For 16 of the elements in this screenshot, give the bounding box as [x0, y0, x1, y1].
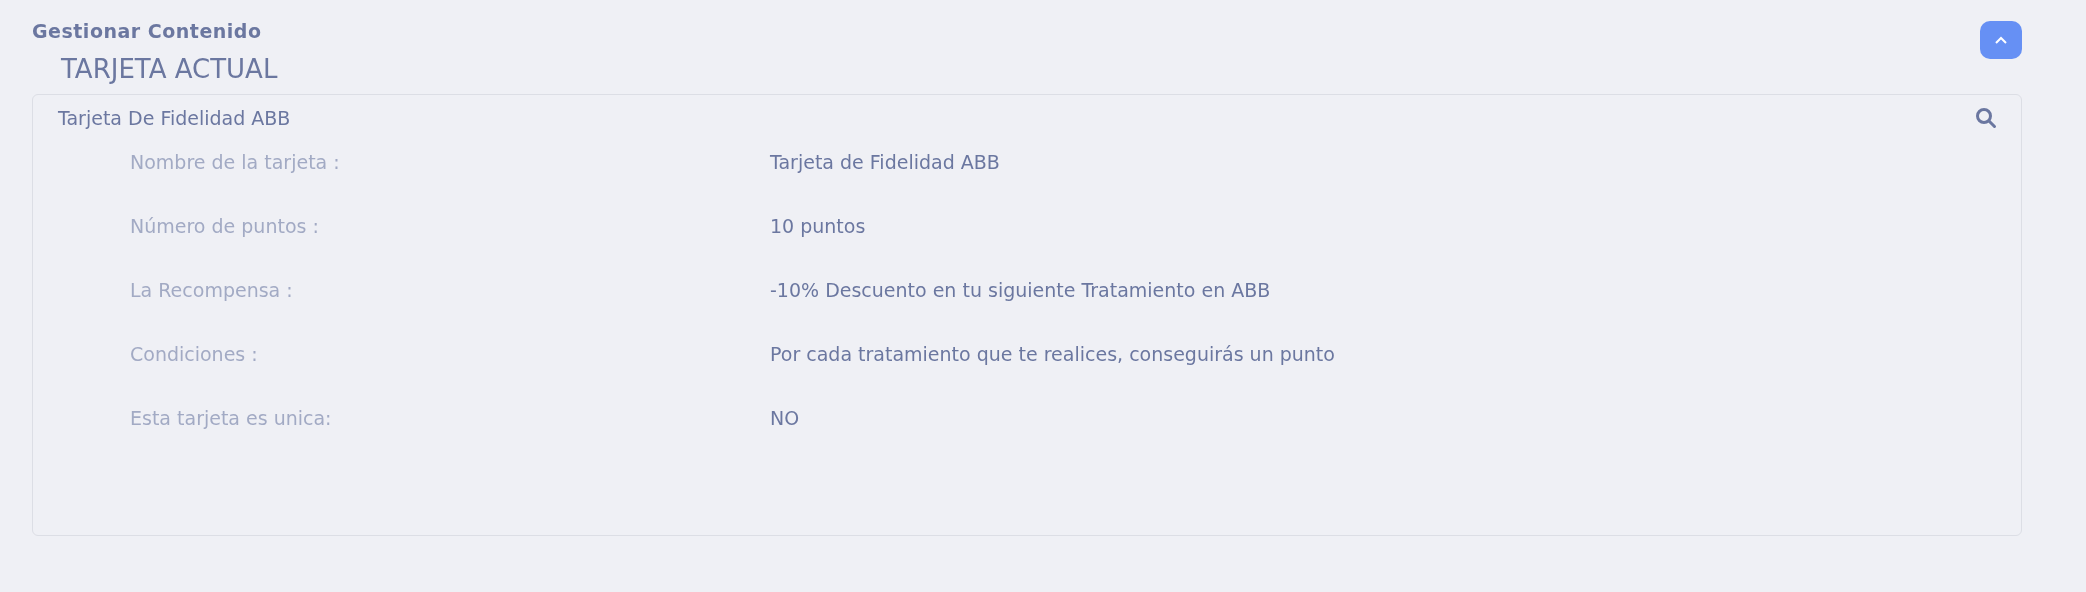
field-value: NO — [770, 406, 800, 431]
field-value: Tarjeta de Fidelidad ABB — [770, 150, 1000, 175]
panel-title: Gestionar Contenido — [32, 20, 262, 42]
field-label: Número de puntos : — [130, 214, 320, 239]
field-value: 10 puntos — [770, 214, 866, 239]
field-value: -10% Descuento en tu siguiente Tratamiento en ABB — [770, 278, 1271, 303]
section-title: TARJETA ACTUAL — [61, 56, 279, 82]
card-title: Tarjeta De Fidelidad ABB — [58, 107, 291, 129]
field-label: Condiciones : — [130, 342, 259, 367]
field-label: La Recompensa : — [130, 278, 294, 303]
field-label: Esta tarjeta es unica: — [130, 406, 333, 431]
collapse-button[interactable] — [1980, 21, 2022, 59]
search-icon[interactable] — [1975, 107, 1997, 129]
field-value: Por cada tratamiento que te realices, conseguirás un punto — [770, 342, 1335, 367]
field-label: Nombre de la tarjeta : — [130, 150, 341, 175]
chevron-up-icon — [1994, 35, 2008, 45]
